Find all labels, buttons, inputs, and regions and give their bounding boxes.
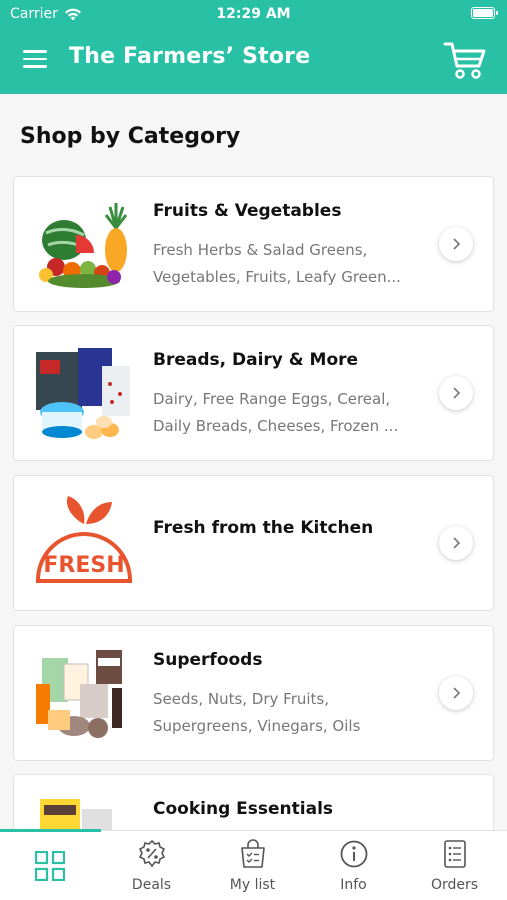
shopping-cart-icon[interactable] (443, 40, 487, 80)
category-card-fruits-vegetables[interactable]: Fruits & Vegetables Fresh Herbs & Salad … (13, 176, 494, 312)
status-time: 12:29 AM (216, 6, 291, 22)
tab-label: Info (340, 877, 367, 893)
superfoods-image (36, 650, 122, 738)
tab-home[interactable] (0, 831, 101, 900)
grid-icon (35, 851, 65, 881)
fresh-kitchen-logo: FRESH (36, 496, 132, 583)
category-card-fresh-kitchen[interactable]: FRESH Fresh from the Kitchen (13, 475, 494, 611)
category-description: Dairy, Free Range Eggs, Cereal, Daily Br… (153, 386, 423, 440)
category-description-line: Seeds, Nuts, Dry Fruits, (153, 690, 330, 708)
bottom-tab-bar: Deals My list Info Orders (0, 829, 507, 900)
tab-label: Orders (430, 877, 479, 893)
section-title: Shop by Category (20, 124, 241, 149)
shopping-list-bag-icon (241, 839, 265, 868)
category-name: Fresh from the Kitchen (153, 518, 374, 538)
orders-list-icon (444, 840, 466, 868)
battery-icon (471, 7, 498, 19)
chevron-right-icon[interactable] (439, 676, 473, 710)
category-description-line: Fresh Herbs & Salad Greens, (153, 241, 368, 259)
discount-badge-icon (138, 839, 166, 868)
category-card-breads-dairy[interactable]: Breads, Dairy & More Dairy, Free Range E… (13, 325, 494, 461)
status-bar: Carrier 12:29 AM (0, 0, 507, 28)
info-icon (340, 840, 368, 868)
chevron-right-icon[interactable] (439, 526, 473, 560)
category-name: Fruits & Vegetables (153, 201, 342, 221)
category-name: Breads, Dairy & More (153, 350, 359, 370)
category-description-line: Daily Breads, Cheeses, Frozen ... (153, 417, 399, 435)
chevron-right-icon[interactable] (439, 227, 473, 261)
category-name: Superfoods (153, 650, 263, 670)
category-description: Seeds, Nuts, Dry Fruits, Supergreens, Vi… (153, 686, 423, 740)
tab-label: My list (229, 877, 276, 893)
category-description: Fresh Herbs & Salad Greens, Vegetables, … (153, 237, 423, 291)
hamburger-menu-icon[interactable] (23, 50, 47, 68)
category-name: Cooking Essentials (153, 799, 334, 819)
tab-orders[interactable]: Orders (404, 831, 505, 900)
app-title: The Farmers’ Store (69, 44, 311, 69)
category-description-line: Supergreens, Vinegars, Oils (153, 717, 361, 735)
tab-label: Deals (131, 877, 172, 893)
tab-my-list[interactable]: My list (202, 831, 303, 900)
category-description-line: Vegetables, Fruits, Leafy Green... (153, 268, 401, 286)
tab-info[interactable]: Info (303, 831, 404, 900)
category-card-superfoods[interactable]: Superfoods Seeds, Nuts, Dry Fruits, Supe… (13, 625, 494, 761)
chevron-right-icon[interactable] (439, 376, 473, 410)
fruits-vegetables-image (39, 203, 128, 288)
tab-deals[interactable]: Deals (101, 831, 202, 900)
category-description-line: Dairy, Free Range Eggs, Cereal, (153, 390, 391, 408)
app-header: Carrier 12:29 AM The Farmers’ Store (0, 0, 507, 94)
breads-dairy-image (36, 348, 130, 439)
fresh-logo-text: FRESH (43, 553, 124, 578)
